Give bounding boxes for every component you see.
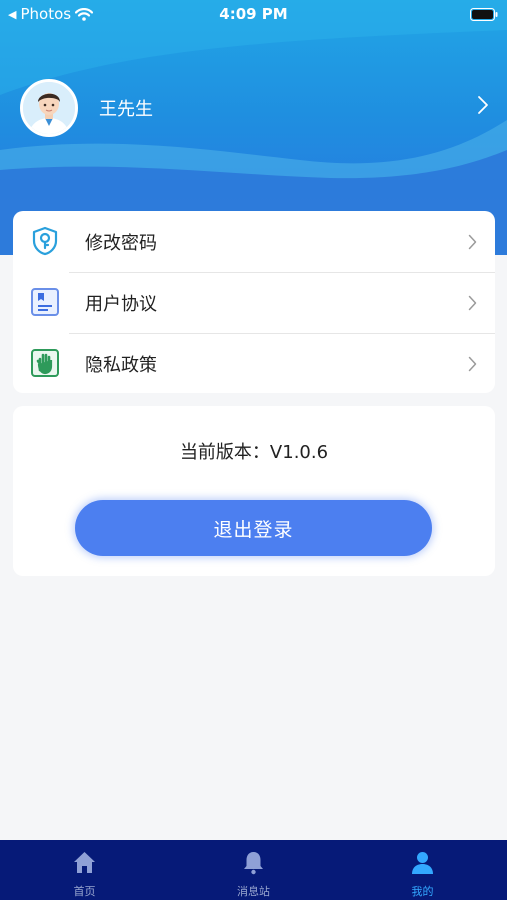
menu-item-label: 用户协议 (85, 293, 157, 315)
status-bar: ◀ Photos 4:09 PM (0, 0, 507, 28)
document-icon (31, 288, 59, 316)
menu-item-label: 隐私政策 (85, 354, 157, 376)
tab-mine[interactable]: 我的 (338, 840, 507, 900)
bottom-tab-bar: 首页 消息站 我的 (0, 840, 507, 900)
chevron-right-icon[interactable] (477, 94, 489, 116)
tab-label: 我的 (411, 885, 434, 898)
tab-home[interactable]: 首页 (0, 840, 169, 900)
menu-item-change-password[interactable]: 修改密码 (13, 211, 495, 272)
avatar[interactable] (20, 79, 78, 137)
user-icon (412, 852, 433, 874)
chevron-right-icon (468, 356, 477, 371)
doctor-avatar-icon (23, 82, 75, 134)
tab-label: 首页 (73, 885, 96, 898)
chevron-right-icon (468, 234, 477, 249)
status-time: 4:09 PM (219, 5, 288, 23)
home-icon (74, 852, 95, 873)
settings-menu-card: 修改密码 用户协议 隐私政策 (13, 211, 495, 393)
shield-key-icon (32, 226, 58, 256)
menu-item-user-agreement[interactable]: 用户协议 (13, 272, 495, 333)
user-name: 王先生 (99, 99, 153, 120)
version-card: 当前版本：V1.0.6 退出登录 (13, 406, 495, 576)
profile-row[interactable]: 王先生 (20, 78, 495, 138)
tab-label: 消息站 (237, 885, 270, 898)
chevron-right-icon (468, 295, 477, 310)
menu-item-privacy-policy[interactable]: 隐私政策 (13, 333, 495, 394)
tab-messages[interactable]: 消息站 (169, 840, 338, 900)
battery-icon (470, 7, 498, 25)
logout-button[interactable]: 退出登录 (75, 500, 432, 556)
menu-item-label: 修改密码 (85, 232, 157, 254)
bell-icon (244, 852, 263, 875)
version-text: 当前版本：V1.0.6 (179, 442, 329, 463)
hand-icon (31, 349, 59, 377)
